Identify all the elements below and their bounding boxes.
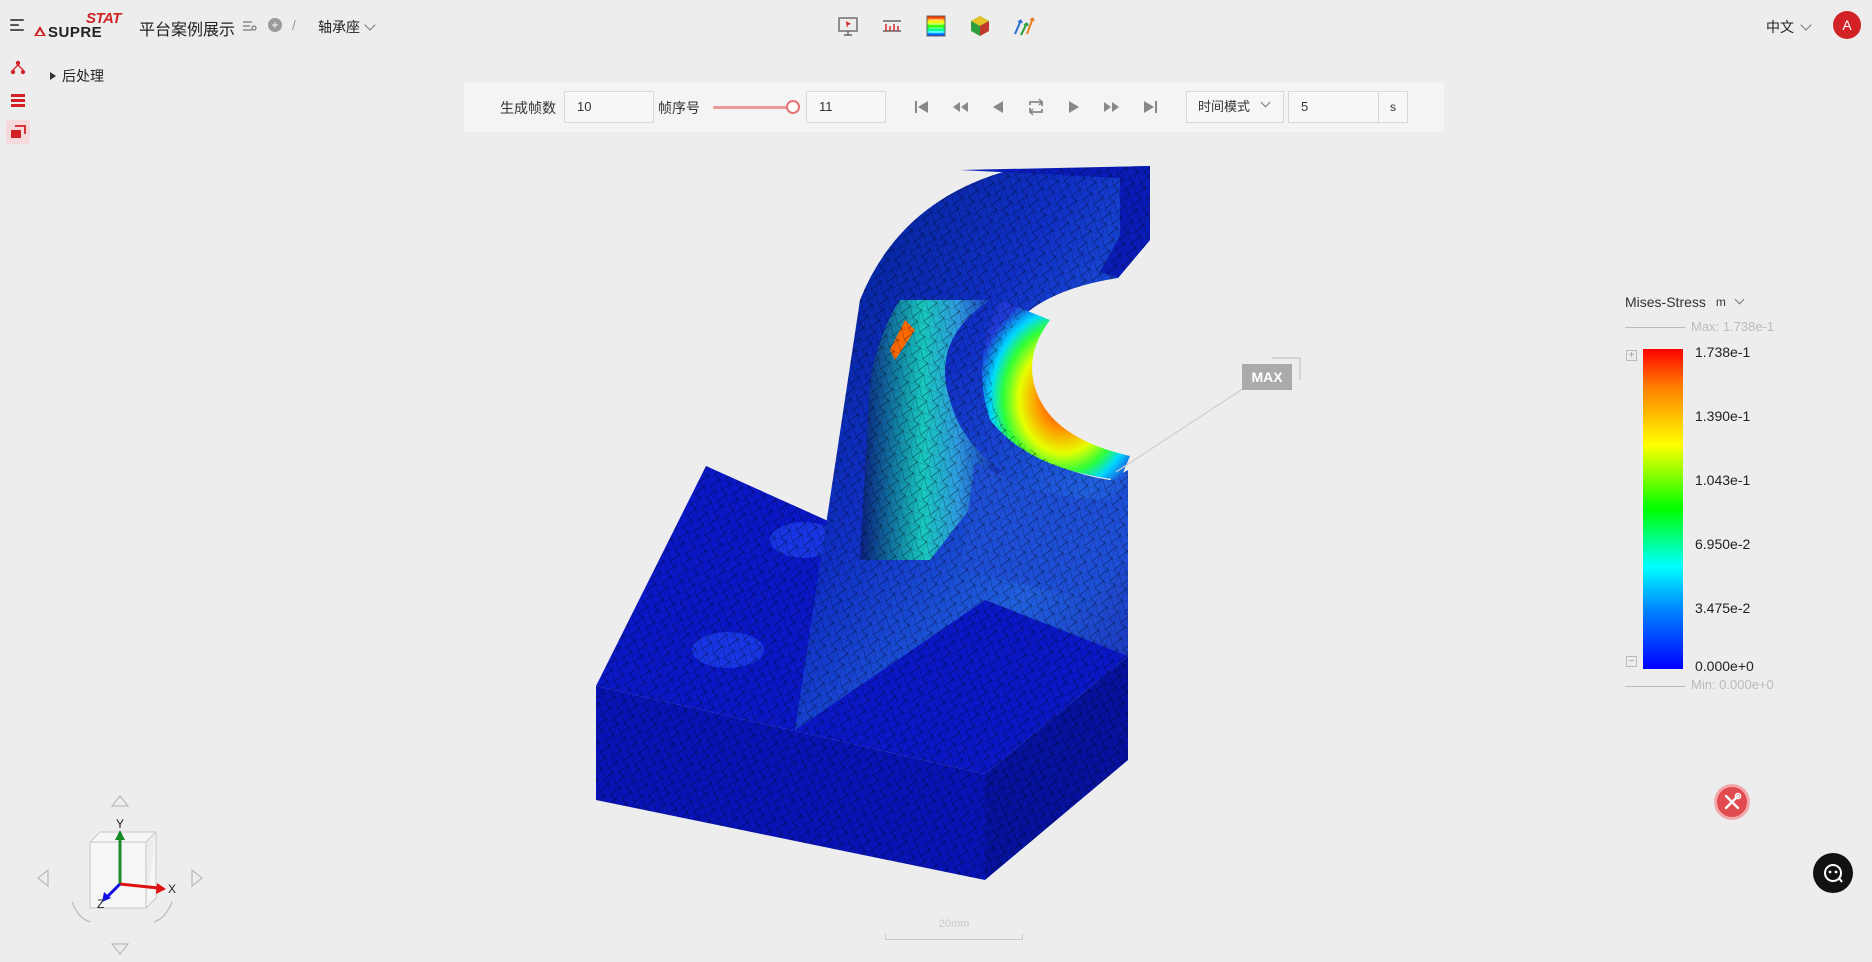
last-frame-icon[interactable]: [1140, 97, 1160, 117]
legend-tick: 6.950e-2: [1695, 536, 1751, 552]
app-header: STAT SUPRE 平台案例展示 + / 轴承座 中文 A: [0, 0, 1872, 52]
expand-triangle-icon[interactable]: [50, 72, 56, 80]
chevron-down-icon: [1260, 97, 1271, 108]
first-frame-icon[interactable]: [912, 97, 932, 117]
language-select[interactable]: 中文: [1766, 17, 1812, 37]
legend-colorbar: [1643, 349, 1683, 669]
scale-bar-line: [885, 934, 1023, 940]
loop-icon[interactable]: [1026, 97, 1046, 117]
time-value: 5: [1301, 99, 1309, 114]
model-name: 轴承座: [318, 19, 360, 35]
legend-max-text: Max: 1.738e-1: [1691, 319, 1775, 334]
ruler-icon[interactable]: [880, 14, 904, 38]
rotate-right-icon[interactable]: [191, 868, 203, 888]
frame-slider-track[interactable]: [713, 106, 793, 109]
rotate-up-icon[interactable]: [110, 795, 130, 807]
time-mode-select[interactable]: 时间模式: [1186, 91, 1284, 123]
frame-index-input[interactable]: 11: [806, 91, 886, 123]
fast-forward-icon[interactable]: [1102, 97, 1122, 117]
left-rail: [0, 52, 36, 962]
legend-tick: 0.000e+0: [1695, 658, 1754, 674]
tree-node-postprocess[interactable]: 后处理: [50, 66, 104, 86]
avatar[interactable]: A: [1833, 11, 1861, 39]
logo-supre-text: SUPRE: [48, 24, 103, 41]
chevron-down-icon: [1734, 294, 1745, 305]
color-legend-icon[interactable]: [924, 14, 948, 38]
frame-index-label: 帧序号: [658, 100, 700, 116]
time-input[interactable]: 5 s: [1288, 91, 1408, 123]
rotate-down-icon[interactable]: [110, 943, 130, 955]
breadcrumb-separator: /: [292, 17, 296, 33]
scale-bar-label: 20mm: [938, 918, 970, 930]
legend-tick: 1.390e-1: [1695, 408, 1751, 424]
legend-collapse-icon[interactable]: −: [1626, 656, 1637, 667]
play-icon[interactable]: [1064, 97, 1084, 117]
mesh-base: [596, 466, 1128, 880]
vector-arrows-icon[interactable]: [1012, 14, 1036, 38]
rotate-left-icon[interactable]: [37, 868, 49, 888]
wrench-screwdriver-icon: [1724, 792, 1742, 810]
chevron-down-icon: [364, 18, 376, 31]
layers-icon[interactable]: [6, 88, 30, 112]
cube-display-icon[interactable]: [968, 14, 992, 38]
logo-mark-icon: [34, 26, 46, 36]
model-select[interactable]: 轴承座: [318, 17, 376, 37]
tools-fab-button[interactable]: [1714, 784, 1750, 820]
probe-icon[interactable]: [836, 14, 860, 38]
time-mode-value: 时间模式: [1198, 99, 1251, 114]
legend-result-name: Mises-Stress: [1625, 294, 1706, 310]
project-title[interactable]: 平台案例展示: [139, 16, 235, 40]
legend-tick: 1.043e-1: [1695, 472, 1751, 488]
add-icon[interactable]: +: [268, 18, 282, 32]
model-viewport: MAX: [596, 166, 1301, 880]
frames-label: 生成帧数: [500, 100, 556, 116]
frame-slider-thumb[interactable]: [786, 100, 800, 114]
chat-fab-button[interactable]: [1813, 853, 1853, 893]
axis-y-label: Y: [116, 817, 124, 831]
model-tree-icon[interactable]: [6, 56, 30, 80]
legend-unit: m: [1715, 295, 1726, 309]
top-toolbar: [836, 14, 1036, 38]
scale-bar: 20mm: [885, 913, 1023, 940]
postprocess-icon[interactable]: [6, 120, 30, 144]
chat-bot-icon: [1824, 864, 1843, 883]
axis-x-label: X: [168, 882, 176, 896]
frames-input[interactable]: 10: [564, 91, 654, 123]
legend-min-text: Min: 0.000e+0: [1691, 677, 1774, 692]
max-marker: MAX: [1115, 357, 1301, 473]
mesh-bearing-support: [795, 166, 1150, 730]
legend-min-line: [1625, 686, 1685, 687]
view-cube[interactable]: Y X Z: [34, 790, 204, 960]
axis-z-label: Z: [97, 897, 104, 911]
max-marker-label: MAX: [1251, 369, 1283, 385]
tree-node-label: 后处理: [62, 68, 104, 84]
step-back-icon[interactable]: [988, 97, 1008, 117]
rewind-icon[interactable]: [950, 97, 970, 117]
animation-toolbar: 生成帧数 10 帧序号 11 时间模式 5 s: [464, 82, 1444, 132]
legend-tick: 3.475e-2: [1695, 600, 1751, 616]
menu-toggle-icon[interactable]: [10, 19, 24, 31]
logo: STAT SUPRE: [34, 10, 128, 41]
chevron-down-icon: [1800, 18, 1812, 31]
legend-tick: 1.738e-1: [1695, 344, 1751, 360]
time-unit: s: [1378, 92, 1407, 122]
legend-max-line: [1625, 327, 1685, 328]
project-settings-icon[interactable]: [241, 18, 257, 34]
legend-expand-icon[interactable]: +: [1626, 350, 1637, 361]
legend-title[interactable]: Mises-Stress m: [1625, 294, 1745, 310]
language-label: 中文: [1766, 19, 1794, 35]
